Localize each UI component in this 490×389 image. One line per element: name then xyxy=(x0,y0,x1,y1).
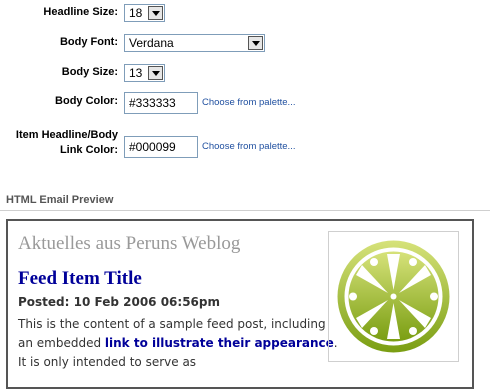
link-color-palette-link[interactable]: Choose from palette... xyxy=(202,141,295,152)
chevron-down-icon[interactable] xyxy=(248,36,263,50)
body-size-select[interactable]: 13 xyxy=(124,64,165,82)
body-color-input[interactable]: #333333 xyxy=(124,92,198,114)
feed-item-title-link[interactable]: Feed Item Title xyxy=(18,268,142,290)
link-color-label-line1: Item Headline/Body xyxy=(15,129,118,141)
headline-size-select[interactable]: 18 xyxy=(124,4,165,22)
link-color-label: Item Headline/Body Link Color: xyxy=(16,128,118,158)
email-preview-panel: Aktuelles aus Peruns Weblog Feed Item Ti… xyxy=(6,219,474,389)
body-size-value: 13 xyxy=(129,66,143,80)
body-embedded-link[interactable]: link to illustrate their appearance xyxy=(105,336,334,350)
body-font-value: Verdana xyxy=(129,36,174,50)
feed-item-body: This is the content of a sample feed pos… xyxy=(18,315,338,372)
body-color-label: Body Color: xyxy=(55,95,118,107)
headline-size-row: Headline Size: 18 xyxy=(0,3,490,25)
body-font-select[interactable]: Verdana xyxy=(124,34,265,52)
chevron-down-icon[interactable] xyxy=(148,6,163,20)
weblog-logo-icon xyxy=(328,231,459,362)
blog-title: Aktuelles aus Peruns Weblog xyxy=(18,233,241,254)
body-size-label: Body Size: xyxy=(61,66,118,78)
headline-size-label: Headline Size: xyxy=(43,6,118,18)
body-size-row: Body Size: 13 xyxy=(0,63,490,85)
body-color-row: Body Color: #333333 Choose from palette.… xyxy=(0,92,490,114)
chevron-down-icon[interactable] xyxy=(148,66,163,80)
link-color-input[interactable]: #000099 xyxy=(124,136,198,158)
preview-section-title: HTML Email Preview xyxy=(6,194,114,206)
body-color-palette-link[interactable]: Choose from palette... xyxy=(202,97,295,108)
link-color-label-line2: Link Color: xyxy=(59,144,118,156)
link-color-row: Item Headline/Body Link Color: #000099 C… xyxy=(0,128,490,160)
body-font-label: Body Font: xyxy=(59,36,118,48)
posted-date: Posted: 10 Feb 2006 06:56pm xyxy=(18,295,220,309)
section-divider xyxy=(0,210,490,211)
body-font-row: Body Font: Verdana xyxy=(0,33,490,55)
headline-size-value: 18 xyxy=(129,6,143,20)
